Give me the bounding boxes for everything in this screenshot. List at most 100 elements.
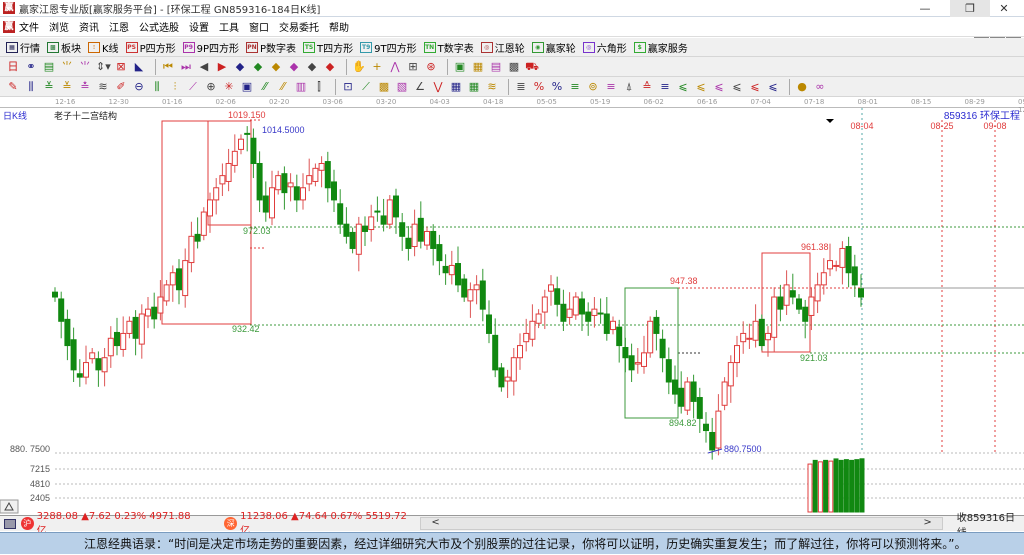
tool-icon[interactable]: ▧ [395,80,409,94]
tool-icon[interactable]: ⁄⁄ [258,80,272,94]
tool-icon[interactable]: ▦ [471,60,485,74]
tool-icon[interactable]: ◆ [287,60,301,74]
tool-icon[interactable]: ◆ [323,60,337,74]
scroll-left-button[interactable]: < [431,517,439,528]
tool-icon[interactable]: ⊞ [406,60,420,74]
minimize-button[interactable]: — [905,0,945,17]
tool-icon[interactable]: ▦ [467,80,481,94]
tool-icon[interactable]: ⇕▾ [96,60,111,74]
tool-icon[interactable]: ◣ [132,60,146,74]
tool-icon[interactable]: ⍋ [622,80,636,94]
tool-icon[interactable]: ⺌ [78,60,92,74]
tool-icon[interactable]: ✐ [114,80,128,94]
tool-icon[interactable]: ⚭ [24,60,38,74]
tool-icon[interactable]: ⊛ [424,60,438,74]
menu-item[interactable]: 交易委托 [279,23,319,34]
tool-icon[interactable]: ⩽ [730,80,744,94]
tool-icon[interactable]: ▣ [453,60,467,74]
toolbar-button-winner-wheel[interactable]: ◉ 赢家轮 [531,40,576,55]
tool-icon[interactable]: ▤ [42,60,56,74]
tool-icon[interactable]: ⩽ [766,80,780,94]
tool-icon[interactable]: ⺌ [60,60,74,74]
tool-icon[interactable]: ▣ [240,80,254,94]
tool-icon[interactable]: ⊡ [341,80,355,94]
tool-icon[interactable]: ⏭ [179,60,193,74]
tool-icon[interactable]: ≚ [42,80,56,94]
tool-icon[interactable]: ⊠ [114,60,128,74]
tool-icon[interactable]: ▥ [294,80,308,94]
toolbar-button-gann-wheel[interactable]: ◎ 江恩轮 [480,40,525,55]
tool-icon[interactable]: ⛟ [525,60,539,74]
toolbar-button-t-square[interactable]: TS T四方形 [303,40,353,55]
tool-icon[interactable]: ⫿ [312,80,326,94]
menu-item[interactable]: 工具 [219,23,239,34]
calculator-icon[interactable] [4,518,16,529]
expand-panel-button[interactable] [0,499,19,514]
tool-icon[interactable]: ⫼ [24,80,38,94]
tool-icon[interactable]: ⫼ [150,80,164,94]
toolbar-button-9t-square[interactable]: T9 9T四方形 [360,40,417,55]
tool-icon[interactable]: ⊚ [586,80,600,94]
kline-chart[interactable]: 日K线 老子十二宫结构 859316 环保工程 7215 4810 2405 880.… [0,108,1024,515]
tool-icon[interactable]: ≡ [568,80,582,94]
toolbar-button-9p-square[interactable]: P9 9P四方形 [182,40,239,55]
tool-icon[interactable]: ⊖ [132,80,146,94]
menu-item[interactable]: 江恩 [109,23,129,34]
tool-icon[interactable]: ≡ [604,80,618,94]
tool-icon[interactable]: ≛ [78,80,92,94]
tool-icon[interactable]: ≙ [640,80,654,94]
toolbar-button-service[interactable]: $ 赢家服务 [633,40,688,55]
tool-icon[interactable]: ⩽ [676,80,690,94]
menu-item[interactable]: 文件 [19,23,39,34]
menu-item[interactable]: 帮助 [329,23,349,34]
horizontal-scrollbar[interactable]: < > [420,517,943,530]
tool-icon[interactable]: ✳ [222,80,236,94]
toolbar-button-sector[interactable]: ▩ 板块 [47,40,81,55]
tool-icon[interactable]: ≋ [96,80,110,94]
tool-icon[interactable]: ▤ [489,60,503,74]
tool-icon[interactable]: ✋ [352,60,366,74]
tool-icon[interactable]: ≋ [485,80,499,94]
toolbar-button-hexagon[interactable]: ◎ 六角形 [582,40,627,55]
tool-icon[interactable]: ⟋ [186,80,200,94]
menu-item[interactable]: 设置 [189,23,209,34]
tool-icon[interactable]: ◆ [233,60,247,74]
tool-icon[interactable]: ⏮ [161,60,175,74]
tool-icon[interactable]: ⩽ [712,80,726,94]
menu-item[interactable]: 窗口 [249,23,269,34]
toolbar-button-quotes[interactable]: ▦ 行情 [6,40,40,55]
tool-icon[interactable]: ≡ [658,80,672,94]
scroll-right-button[interactable]: > [923,517,931,528]
tool-icon[interactable]: ⋀ [388,60,402,74]
tool-icon[interactable]: ⁄⁄ [276,80,290,94]
tool-icon[interactable]: ⊕ [204,80,218,94]
tool-icon[interactable]: ◆ [251,60,265,74]
menu-item[interactable]: 资讯 [79,23,99,34]
tool-icon[interactable]: ✎ [6,80,20,94]
tool-icon[interactable]: + [370,60,384,74]
tool-icon[interactable]: ◀ [197,60,211,74]
tool-icon[interactable]: ⫶ [168,80,182,94]
menu-item[interactable]: 公式选股 [139,23,179,34]
tool-icon[interactable]: ▶ [215,60,229,74]
toolbar-button-p-square[interactable]: PS P四方形 [125,40,176,55]
tool-icon[interactable]: ≚ [60,80,74,94]
tool-icon[interactable]: ⩽ [748,80,762,94]
tool-icon[interactable]: ◆ [305,60,319,74]
tool-icon[interactable]: ⋁ [431,80,445,94]
tool-icon[interactable]: ◆ [269,60,283,74]
toolbar-button-kline[interactable]: ⫶ K线 [88,40,119,55]
toolbar-button-t-table[interactable]: TN T数字表 [423,40,474,55]
dropdown-arrow-icon[interactable] [826,119,834,123]
tool-icon[interactable]: ⩽ [694,80,708,94]
tool-icon[interactable]: ∞ [813,80,827,94]
tool-icon[interactable]: ∠ [413,80,427,94]
tool-icon[interactable]: ▩ [377,80,391,94]
tool-icon[interactable]: ⟋ [359,80,373,94]
toolbar-button-p-table[interactable]: PN P数字表 [246,40,296,55]
tool-icon[interactable]: % [550,80,564,94]
tool-icon[interactable]: ≣ [514,80,528,94]
tool-icon[interactable]: % [532,80,546,94]
menu-item[interactable]: 浏览 [49,23,69,34]
close-button[interactable]: ✕ [984,0,1024,17]
